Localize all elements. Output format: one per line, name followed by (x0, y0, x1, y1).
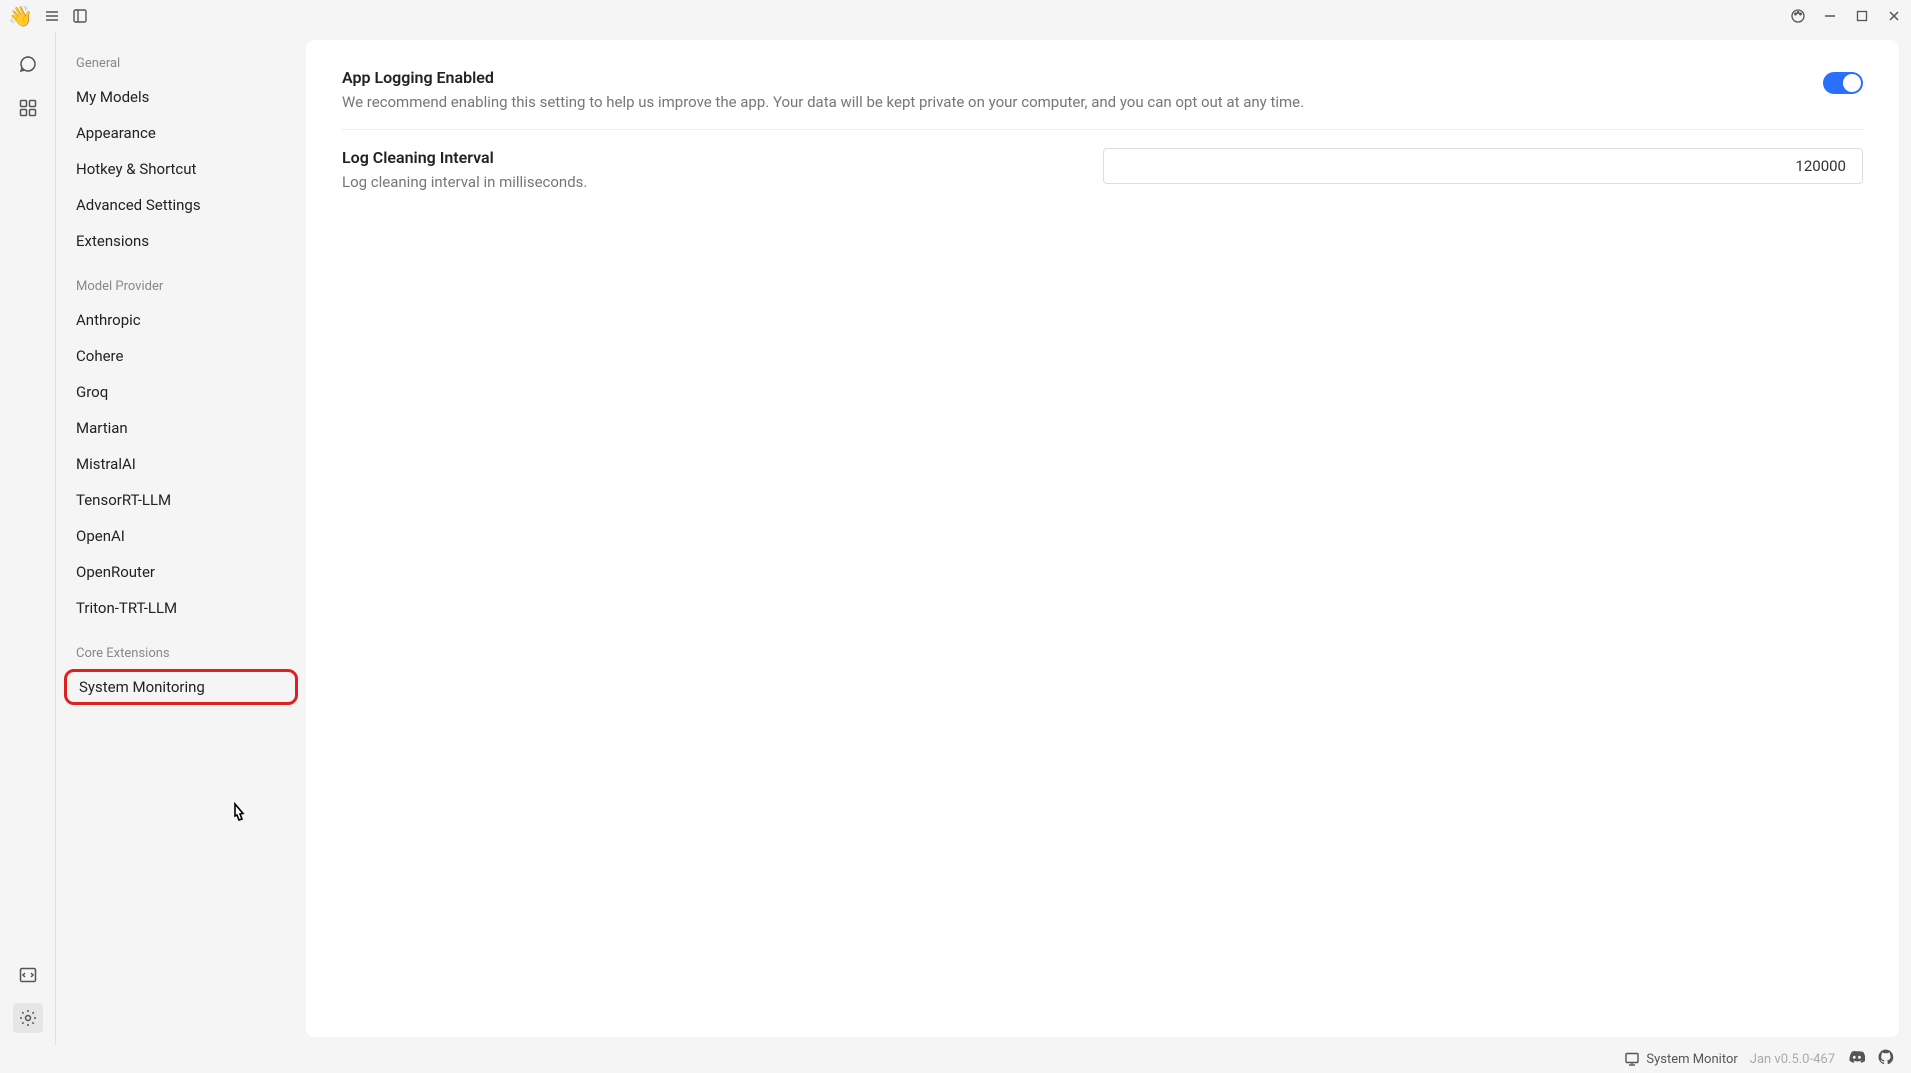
close-icon[interactable] (1885, 7, 1903, 25)
setting-log-interval: Log Cleaning Interval Log cleaning inter… (342, 130, 1863, 209)
toggle-app-logging[interactable] (1823, 72, 1863, 94)
palette-icon[interactable] (1789, 7, 1807, 25)
setting-desc-interval: Log cleaning interval in milliseconds. (342, 173, 950, 191)
sidebar-header-general: General (56, 48, 306, 79)
sidebar-item-tensorrt[interactable]: TensorRT-LLM (56, 482, 306, 518)
sidebar-item-mistralai[interactable]: MistralAI (56, 446, 306, 482)
maximize-icon[interactable] (1853, 7, 1871, 25)
nav-rail (0, 32, 56, 1045)
code-icon[interactable] (16, 963, 40, 987)
setting-title-logging: App Logging Enabled (342, 68, 1407, 87)
settings-icon[interactable] (13, 1003, 43, 1033)
grid-icon[interactable] (16, 96, 40, 120)
setting-title-interval: Log Cleaning Interval (342, 148, 950, 167)
sidebar-item-system-monitoring[interactable]: System Monitoring (64, 669, 298, 705)
settings-content: App Logging Enabled We recommend enablin… (306, 40, 1899, 1037)
sidebar-item-anthropic[interactable]: Anthropic (56, 302, 306, 338)
panel-toggle-icon[interactable] (71, 7, 89, 25)
settings-sidebar: General My Models Appearance Hotkey & Sh… (56, 32, 306, 1045)
sidebar-item-martian[interactable]: Martian (56, 410, 306, 446)
sidebar-item-appearance[interactable]: Appearance (56, 115, 306, 151)
setting-desc-logging: We recommend enabling this setting to he… (342, 93, 1407, 111)
sidebar-header-model-provider: Model Provider (56, 271, 306, 302)
sidebar-item-openai[interactable]: OpenAI (56, 518, 306, 554)
hamburger-icon[interactable] (43, 7, 61, 25)
status-system-monitor[interactable]: System Monitor (1624, 1051, 1737, 1067)
sidebar-item-groq[interactable]: Groq (56, 374, 306, 410)
minimize-icon[interactable] (1821, 7, 1839, 25)
sidebar-header-core-extensions: Core Extensions (56, 638, 306, 669)
sidebar-item-my-models[interactable]: My Models (56, 79, 306, 115)
status-version: Jan v0.5.0-467 (1750, 1052, 1835, 1067)
titlebar: 👋 (0, 0, 1911, 32)
sidebar-item-hotkey[interactable]: Hotkey & Shortcut (56, 151, 306, 187)
github-icon[interactable] (1877, 1048, 1895, 1070)
status-monitor-label: System Monitor (1646, 1052, 1737, 1067)
monitor-icon (1624, 1051, 1640, 1067)
app-logo: 👋 (8, 4, 33, 28)
sidebar-item-extensions[interactable]: Extensions (56, 223, 306, 259)
statusbar: System Monitor Jan v0.5.0-467 (0, 1045, 1911, 1073)
setting-app-logging: App Logging Enabled We recommend enablin… (342, 68, 1863, 130)
sidebar-item-openrouter[interactable]: OpenRouter (56, 554, 306, 590)
discord-icon[interactable] (1847, 1048, 1865, 1070)
sidebar-item-advanced[interactable]: Advanced Settings (56, 187, 306, 223)
sidebar-item-triton[interactable]: Triton-TRT-LLM (56, 590, 306, 626)
chat-icon[interactable] (16, 52, 40, 76)
input-log-interval[interactable] (1103, 148, 1863, 184)
sidebar-item-cohere[interactable]: Cohere (56, 338, 306, 374)
